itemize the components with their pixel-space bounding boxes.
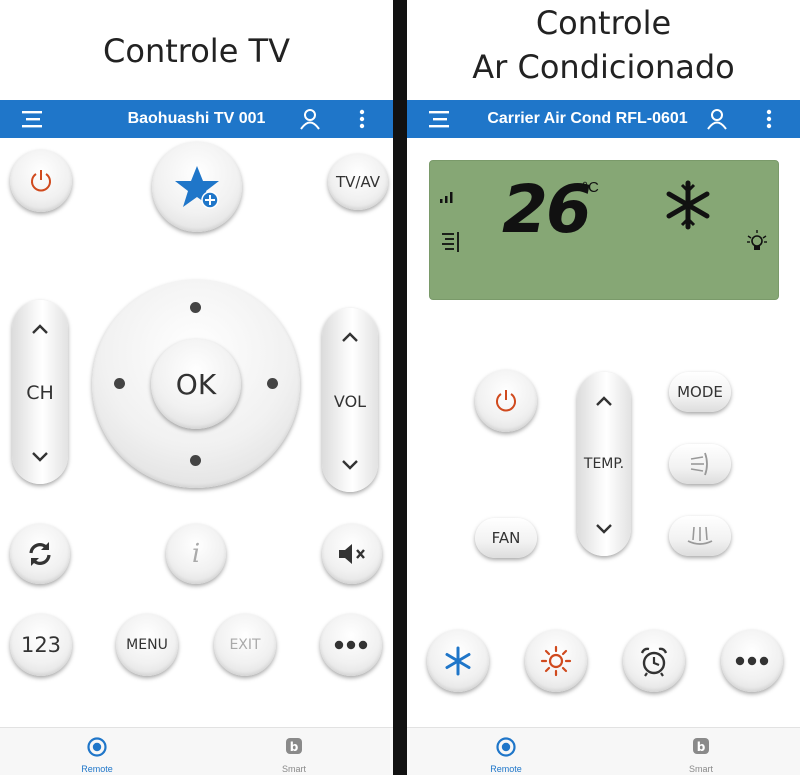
swing-vertical-button[interactable] [669,444,731,484]
svg-text:b: b [290,740,299,754]
volume-up-button[interactable] [339,330,361,349]
volume-rocker: VOL [322,308,378,492]
tv-remote-panel: Controle TV Baohuashi TV 001 TV/AV CH OK… [0,0,393,775]
swing-horizontal-button[interactable] [669,516,731,556]
signal-bars-icon [440,192,453,203]
swing-icon [442,232,459,252]
power-icon [496,390,516,412]
more-vert-icon[interactable] [344,100,380,138]
dpad-left-button[interactable] [114,378,125,389]
number-pad-button[interactable]: 123 [10,614,72,676]
dpad-down-button[interactable] [190,455,201,466]
timer-button[interactable] [623,630,685,692]
tab-smart[interactable]: b Smart [651,728,751,775]
ac-remote-panel: Controle Ar Condicionado Carrier Air Con… [407,0,800,775]
channel-down-button[interactable] [29,450,51,469]
chevron-up-icon [596,396,612,406]
mode-button[interactable]: MODE [669,372,731,412]
ac-more-button[interactable] [721,630,783,692]
mute-button[interactable] [322,524,382,584]
temp-down-button[interactable] [593,522,615,541]
light-bulb-icon [747,230,767,250]
more-horiz-icon [735,656,769,666]
refresh-icon [29,542,51,566]
more-button[interactable] [320,614,382,676]
info-icon: i [191,539,201,569]
chevron-down-icon [32,452,48,462]
horizontal-swing-icon [687,526,713,545]
channel-up-button[interactable] [29,322,51,341]
tv-av-button[interactable]: TV/AV [328,154,388,210]
user-icon[interactable] [699,100,735,138]
temp-label: TEMP. [583,456,625,472]
user-icon[interactable] [292,100,328,138]
device-title: Baohuashi TV 001 [127,110,266,127]
tab-remote-label: Remote [490,764,522,774]
tab-remote[interactable]: Remote [456,728,556,775]
temp-up-button[interactable] [593,394,615,413]
tab-smart-label: Smart [688,764,713,774]
fan-button[interactable]: FAN [475,518,537,558]
tab-smart-label: Smart [281,764,306,774]
temperature-rocker: TEMP. [577,372,631,556]
tab-smart[interactable]: b Smart [244,728,344,775]
ac-power-button[interactable] [475,370,537,432]
chevron-up-icon [32,324,48,334]
mute-icon [339,544,365,564]
smart-tab-icon: b [286,738,302,754]
info-button[interactable]: i [166,524,226,584]
ac-caption-line1: Controle [535,4,672,42]
svg-text:b: b [697,740,706,754]
temperature-unit: °C [582,179,599,196]
lcd-display: 26 °C [429,160,779,300]
tab-remote[interactable]: Remote [47,728,147,775]
power-icon [31,170,51,192]
star-add-icon [175,166,219,209]
refresh-button[interactable] [10,524,70,584]
ac-caption-line2: Ar Condicionado [472,48,735,86]
tv-tab-bar: Remote b Smart [0,727,393,775]
tab-remote-label: Remote [81,764,113,774]
dpad-right-button[interactable] [267,378,278,389]
more-vert-icon[interactable] [751,100,787,138]
volume-down-button[interactable] [339,458,361,477]
vertical-swing-icon [690,452,708,476]
snowflake-icon [445,646,471,676]
dpad: OK [92,280,300,488]
chevron-down-icon [596,524,612,534]
exit-button[interactable]: EXIT [214,614,276,676]
chevron-up-icon [342,332,358,342]
tv-caption: Controle TV [103,32,290,70]
remote-tab-icon [87,737,107,757]
power-button[interactable] [10,150,72,212]
temperature-readout: 26 [502,171,592,248]
remote-tab-icon [496,737,516,757]
ac-tab-bar: Remote b Smart [407,727,800,775]
ac-app-bar: Carrier Air Cond RFL-0601 [407,100,800,138]
ok-button[interactable]: OK [151,339,241,429]
menu-button[interactable]: MENU [116,614,178,676]
alarm-clock-icon [640,647,668,677]
smart-tab-icon: b [693,738,709,754]
heat-mode-button[interactable] [525,630,587,692]
chevron-down-icon [342,460,358,470]
channel-rocker: CH [12,300,68,484]
panel-divider [393,0,407,775]
snowflake-icon [666,180,710,230]
dpad-up-button[interactable] [190,302,201,313]
sun-icon [540,645,572,677]
cool-mode-button[interactable] [427,630,489,692]
tv-app-bar: Baohuashi TV 001 [0,100,393,138]
favorite-add-button[interactable] [152,142,242,232]
more-horiz-icon [334,640,368,650]
volume-label: VOL [333,392,367,411]
channel-label: CH [26,382,54,404]
